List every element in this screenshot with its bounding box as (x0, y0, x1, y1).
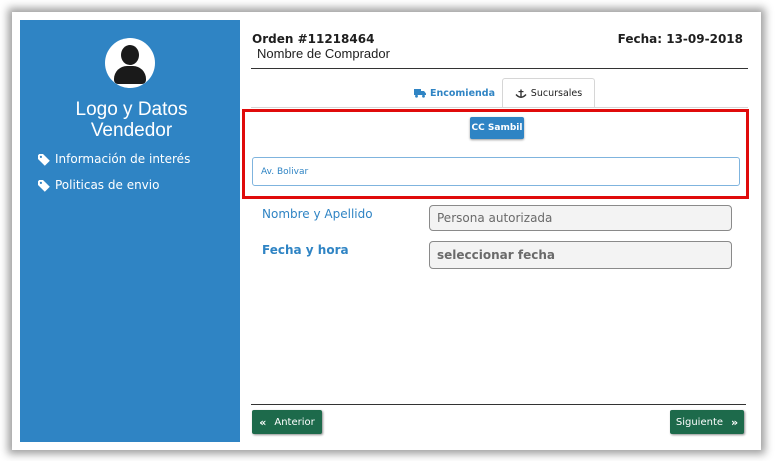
user-icon-body (114, 66, 146, 84)
sidebar-item-informacion[interactable]: Información de interés (38, 152, 190, 166)
user-icon (121, 45, 139, 65)
tabs-divider (251, 107, 748, 108)
buyer-name: Nombre de Comprador (257, 46, 390, 61)
order-date: Fecha: 13-09-2018 (617, 32, 743, 46)
double-chevron-right-icon: » (731, 415, 739, 429)
sidebar-item-label: Politicas de envio (55, 178, 160, 192)
next-button[interactable]: Siguiente » (670, 410, 744, 434)
truck-icon (414, 88, 426, 98)
shipping-tabs: Encomienda Sucursales (251, 78, 748, 108)
name-input[interactable] (429, 205, 732, 231)
header-divider (251, 68, 748, 69)
seller-logo-text: Logo y Datos Vendedor (75, 99, 188, 141)
tab-label: Sucursales (530, 88, 583, 99)
footer-divider (251, 404, 746, 405)
avatar (105, 38, 155, 88)
sidebar-item-politicas[interactable]: Politicas de envio (38, 178, 159, 192)
sidebar-item-label: Información de interés (55, 152, 191, 166)
tag-icon (38, 179, 50, 192)
previous-label: Anterior (274, 416, 315, 428)
order-number: Orden #11218464 (252, 32, 375, 46)
next-label: Siguiente (675, 416, 724, 428)
name-label: Nombre y Apellido (262, 207, 373, 221)
sidebar: Logo y Datos Vendedor Información de int… (20, 20, 240, 442)
tab-encomienda[interactable]: Encomienda (414, 78, 495, 108)
previous-button[interactable]: « Anterior (252, 410, 322, 434)
branch-button[interactable]: CC Sambil (470, 117, 524, 139)
tag-icon (38, 153, 50, 166)
anchor-icon (515, 89, 527, 99)
double-chevron-left-icon: « (259, 415, 267, 429)
tab-sucursales[interactable]: Sucursales (502, 78, 595, 108)
tab-label: Encomienda (430, 87, 495, 99)
datetime-input[interactable] (429, 241, 732, 269)
address-input[interactable] (252, 157, 740, 186)
